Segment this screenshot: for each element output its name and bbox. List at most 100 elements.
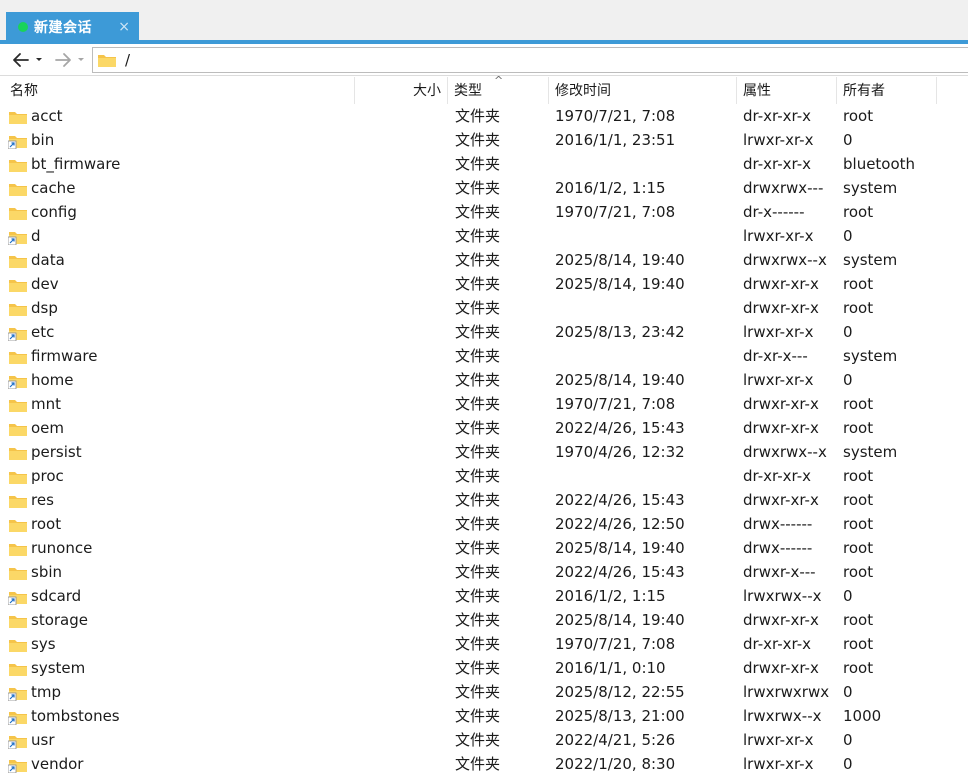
table-row[interactable]: system 文件夹 2016/1/1, 0:10 drwxr-xr-x root — [0, 656, 968, 680]
file-name-cell[interactable]: sbin — [8, 560, 62, 584]
file-name-cell[interactable]: runonce — [8, 536, 92, 560]
table-row[interactable]: config 文件夹 1970/7/21, 7:08 dr-x------ root — [0, 200, 968, 224]
column-header-owner[interactable]: 所有者 — [837, 77, 937, 104]
file-name-cell[interactable]: data — [8, 248, 65, 272]
file-name-cell[interactable]: config — [8, 200, 77, 224]
back-button[interactable] — [10, 48, 46, 72]
table-row[interactable]: mnt 文件夹 1970/7/21, 7:08 drwxr-xr-x root — [0, 392, 968, 416]
column-header-size[interactable]: 大小 — [355, 77, 448, 104]
file-name-cell[interactable]: sys — [8, 632, 56, 656]
table-row[interactable]: data 文件夹 2025/8/14, 19:40 drwxrwx--x system — [0, 248, 968, 272]
file-attributes: lrwxrwxrwx — [743, 683, 830, 701]
column-header-name[interactable]: 名称 — [4, 77, 355, 104]
file-name-cell[interactable]: cache — [8, 176, 75, 200]
column-header-attributes[interactable]: 属性 — [737, 77, 837, 104]
file-name: bt_firmware — [31, 155, 121, 173]
address-path: / — [125, 51, 131, 69]
file-name: data — [31, 251, 65, 269]
file-attributes: dr-xr-xr-x — [743, 155, 812, 173]
file-name-cell[interactable]: sdcard — [7, 584, 81, 608]
modified-time: 2022/4/26, 15:43 — [555, 563, 685, 581]
table-row[interactable]: sbin 文件夹 2022/4/26, 15:43 drwxr-x--- root — [0, 560, 968, 584]
file-type: 文件夹 — [455, 491, 501, 509]
table-row[interactable]: persist 文件夹 1970/4/26, 12:32 drwxrwx--x syst… — [0, 440, 968, 464]
folder-shortcut-icon — [7, 732, 28, 750]
file-name-cell[interactable]: d — [7, 224, 41, 248]
file-name-cell[interactable]: dsp — [8, 296, 58, 320]
file-name-cell[interactable]: root — [8, 512, 61, 536]
table-row[interactable]: sys 文件夹 1970/7/21, 7:08 dr-xr-xr-x root — [0, 632, 968, 656]
file-name-cell[interactable]: system — [8, 656, 85, 680]
table-row[interactable]: firmware 文件夹 dr-xr-x--- system — [0, 344, 968, 368]
file-name: runonce — [31, 539, 93, 557]
folder-icon — [8, 300, 28, 316]
folder-shortcut-icon — [7, 372, 28, 390]
table-row[interactable]: usr 文件夹 2022/4/21, 5:26 lrwxr-xr-x 0 — [0, 728, 968, 752]
file-attributes: drwxr-xr-x — [743, 419, 819, 437]
table-row[interactable]: bt_firmware 文件夹 dr-xr-xr-x bluetooth — [0, 152, 968, 176]
file-type: 文件夹 — [455, 203, 501, 221]
table-row[interactable]: oem 文件夹 2022/4/26, 15:43 drwxr-xr-x root — [0, 416, 968, 440]
file-name: dsp — [31, 299, 58, 317]
file-name-cell[interactable]: etc — [7, 320, 54, 344]
file-name-cell[interactable]: vendor — [7, 752, 83, 776]
table-row[interactable]: cache 文件夹 2016/1/2, 1:15 drwxrwx--- system — [0, 176, 968, 200]
folder-icon — [8, 564, 28, 580]
file-type: 文件夹 — [455, 683, 501, 701]
table-row[interactable]: d 文件夹 lrwxr-xr-x 0 — [0, 224, 968, 248]
tab-session[interactable]: 新建会话 × — [6, 12, 139, 42]
table-row[interactable]: tmp 文件夹 2025/8/12, 22:55 lrwxrwxrwx 0 — [0, 680, 968, 704]
table-row[interactable]: bin 文件夹 2016/1/1, 23:51 lrwxr-xr-x 0 — [0, 128, 968, 152]
file-name-cell[interactable]: dev — [8, 272, 59, 296]
file-name-cell[interactable]: bin — [7, 128, 54, 152]
file-name-cell[interactable]: res — [8, 488, 54, 512]
file-name: tombstones — [31, 707, 120, 725]
file-name-cell[interactable]: mnt — [8, 392, 61, 416]
modified-time: 2025/8/14, 19:40 — [555, 539, 685, 557]
address-bar[interactable]: / — [92, 47, 968, 73]
file-attributes: dr-xr-xr-x — [743, 635, 812, 653]
file-list: acct 文件夹 1970/7/21, 7:08 dr-xr-xr-x root bin 文… — [0, 104, 968, 776]
folder-icon — [8, 180, 28, 196]
file-name-cell[interactable]: persist — [8, 440, 82, 464]
file-attributes: dr-x------ — [743, 203, 805, 221]
file-attributes: lrwxr-xr-x — [743, 131, 814, 149]
table-row[interactable]: proc 文件夹 dr-xr-xr-x root — [0, 464, 968, 488]
file-type: 文件夹 — [455, 395, 501, 413]
tab-close-icon[interactable]: × — [118, 19, 130, 35]
table-row[interactable]: tombstones 文件夹 2025/8/13, 21:00 lrwxrwx--x 1… — [0, 704, 968, 728]
forward-button[interactable] — [52, 48, 88, 72]
file-name-cell[interactable]: firmware — [8, 344, 98, 368]
file-name-cell[interactable]: home — [7, 368, 74, 392]
table-row[interactable]: sdcard 文件夹 2016/1/2, 1:15 lrwxrwx--x 0 — [0, 584, 968, 608]
table-row[interactable]: acct 文件夹 1970/7/21, 7:08 dr-xr-xr-x root — [0, 104, 968, 128]
table-row[interactable]: vendor 文件夹 2022/1/20, 8:30 lrwxr-xr-x 0 — [0, 752, 968, 776]
file-name-cell[interactable]: acct — [8, 104, 63, 128]
folder-icon — [8, 108, 28, 124]
table-row[interactable]: root 文件夹 2022/4/26, 12:50 drwx------ root — [0, 512, 968, 536]
file-name-cell[interactable]: storage — [8, 608, 88, 632]
file-name-cell[interactable]: usr — [7, 728, 55, 752]
file-attributes: dr-xr-xr-x — [743, 467, 812, 485]
file-name-cell[interactable]: tmp — [7, 680, 61, 704]
file-attributes: drwxrwx--- — [743, 179, 824, 197]
column-header-modified[interactable]: 修改时间 — [549, 77, 737, 104]
table-row[interactable]: dsp 文件夹 drwxr-xr-x root — [0, 296, 968, 320]
table-row[interactable]: home 文件夹 2025/8/14, 19:40 lrwxr-xr-x 0 — [0, 368, 968, 392]
file-owner: root — [843, 395, 874, 413]
folder-shortcut-icon — [7, 588, 28, 606]
file-name-cell[interactable]: bt_firmware — [8, 152, 120, 176]
table-row[interactable]: dev 文件夹 2025/8/14, 19:40 drwxr-xr-x root — [0, 272, 968, 296]
file-type: 文件夹 — [455, 539, 501, 557]
file-type: 文件夹 — [455, 611, 501, 629]
file-name-cell[interactable]: proc — [8, 464, 64, 488]
table-row[interactable]: res 文件夹 2022/4/26, 15:43 drwxr-xr-x root — [0, 488, 968, 512]
modified-time: 2025/8/14, 19:40 — [555, 275, 685, 293]
table-row[interactable]: storage 文件夹 2025/8/14, 19:40 drwxr-xr-x root — [0, 608, 968, 632]
folder-icon — [8, 516, 28, 532]
file-name-cell[interactable]: tombstones — [7, 704, 120, 728]
table-row[interactable]: etc 文件夹 2025/8/13, 23:42 lrwxr-xr-x 0 — [0, 320, 968, 344]
file-name-cell[interactable]: oem — [8, 416, 64, 440]
table-row[interactable]: runonce 文件夹 2025/8/14, 19:40 drwx------ root — [0, 536, 968, 560]
folder-icon — [8, 420, 28, 436]
